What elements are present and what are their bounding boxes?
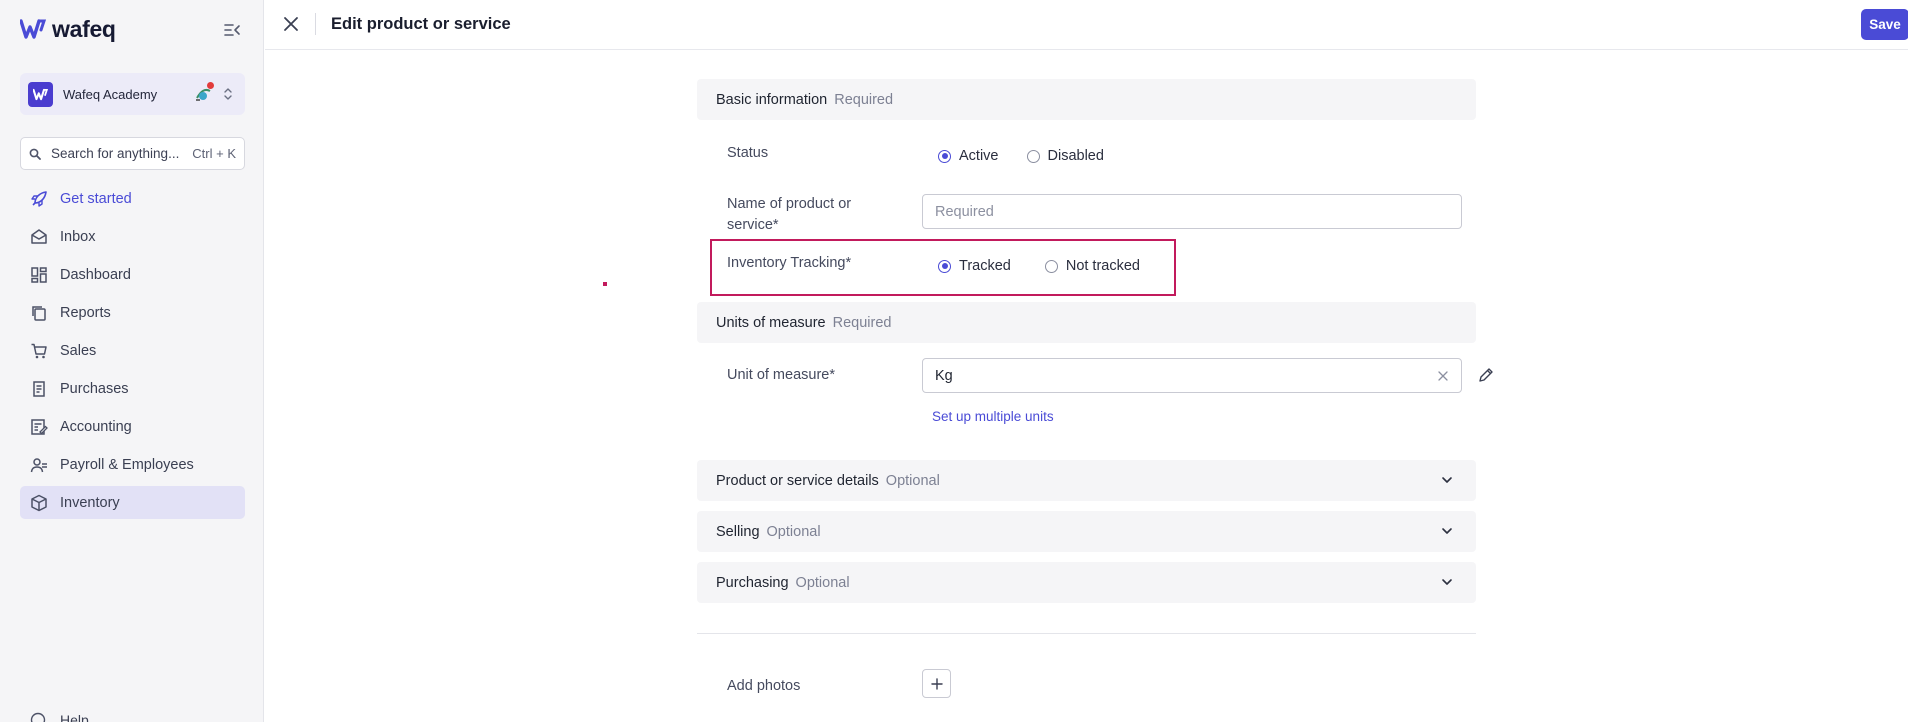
nav-label: Dashboard [60,266,131,283]
receipt-icon [30,380,48,398]
help-icon [30,712,46,722]
section-units-of-measure: Units of measure Required [697,302,1476,343]
divider [315,13,316,35]
annotation-dot [603,282,607,286]
chevron-updown-icon [224,88,232,100]
topbar: Edit product or service Save [265,0,1908,50]
chevron-down-icon [1442,579,1452,585]
chevron-down-icon [1442,477,1452,483]
nav-label: Purchases [60,380,129,397]
radio-unchecked-icon [1026,149,1040,163]
main-nav: Get started Inbox Dashboard Reports Sale… [20,182,245,524]
nav-label: Get started [60,190,132,207]
global-search[interactable]: Ctrl + K [20,137,245,170]
divider [697,633,1476,634]
dashboard-icon [30,266,48,284]
people-icon [30,456,48,474]
clear-icon[interactable] [1437,370,1449,382]
rocket-icon [30,190,48,208]
name-label: Name of product or service* [727,196,852,233]
nav-item-dashboard[interactable]: Dashboard [20,258,245,291]
org-name: Wafeq Academy [63,86,158,102]
nav-item-reports[interactable]: Reports [20,296,245,329]
nav-item-inventory[interactable]: Inventory [20,486,245,519]
name-input[interactable] [935,203,1461,220]
section-title: Product or service details [716,472,879,489]
setup-multiple-units-link[interactable]: Set up multiple units [932,409,1054,424]
status-active-radio[interactable]: Active [938,148,999,164]
section-tag: Required [832,314,892,331]
cart-icon [30,342,48,360]
edit-pencil-icon[interactable] [1478,367,1494,383]
chevron-down-icon [1442,528,1452,534]
page-title: Edit product or service [331,15,511,33]
status-disabled-radio[interactable]: Disabled [1026,148,1104,164]
section-title: Basic information [716,91,828,108]
section-product-details[interactable]: Product or service details Optional [697,460,1476,501]
nav-label: Inbox [60,228,96,245]
section-basic-information: Basic information Required [697,79,1476,120]
section-purchasing[interactable]: Purchasing Optional [697,562,1476,603]
section-tag: Optional [885,472,940,489]
reports-icon [30,304,48,322]
org-avatar [28,81,53,107]
search-input[interactable] [51,146,183,161]
section-tag: Optional [795,574,850,591]
plus-icon [930,677,943,690]
nav-label: Inventory [60,494,120,511]
add-photo-button[interactable] [922,669,951,698]
envelope-icon [30,228,48,246]
nav-item-payroll[interactable]: Payroll & Employees [20,448,245,481]
search-shortcut: Ctrl + K [192,146,236,161]
unit-input[interactable] [935,367,1461,384]
nav-item-sales[interactable]: Sales [20,334,245,367]
radio-label: Disabled [1047,148,1104,164]
section-tag: Required [834,91,894,108]
nav-item-help[interactable]: Help [30,712,89,722]
nav-label: Payroll & Employees [60,456,194,473]
status-radio-group: Active Disabled [938,148,1132,164]
org-logo-icon [33,88,48,100]
radio-label: Active [959,148,999,164]
sidebar: wafeq Wafeq Academy Search for anything.… [0,0,264,722]
brand-name: wafeq [52,15,116,42]
section-tag: Optional [766,523,821,540]
unit-field[interactable] [922,358,1462,393]
nav-label: Help [60,712,89,722]
section-title: Selling [716,523,760,540]
save-button[interactable]: Save [1861,9,1908,40]
brand-logo[interactable]: wafeq [20,14,116,44]
close-icon[interactable] [281,14,301,34]
nav-item-get-started[interactable]: Get started [20,182,245,215]
radio-checked-icon [938,149,951,163]
nav-label: Reports [60,304,111,321]
nav-item-accounting[interactable]: Accounting [20,410,245,443]
unit-label: Unit of measure* [727,367,835,383]
wafeq-logo-icon [20,19,46,39]
collapse-sidebar-icon[interactable] [222,20,242,40]
status-label: Status [727,145,769,161]
box-icon [30,494,48,512]
nav-label: Accounting [60,418,132,435]
notifications-icon[interactable] [194,82,214,103]
search-icon [29,148,41,160]
highlight-box [710,239,1176,296]
name-field[interactable] [922,194,1462,229]
app-root: wafeq Wafeq Academy Search for anything.… [0,0,1908,722]
nav-label: Sales [60,342,97,359]
nav-item-purchases[interactable]: Purchases [20,372,245,405]
section-title: Units of measure [716,314,826,331]
nav-item-inbox[interactable]: Inbox [20,220,245,253]
ledger-icon [30,418,48,436]
section-title: Purchasing [716,574,789,591]
section-selling[interactable]: Selling Optional [697,511,1476,552]
organization-switcher[interactable]: Wafeq Academy [20,73,245,115]
notification-badge [207,82,214,89]
add-photos-label: Add photos [727,678,801,694]
